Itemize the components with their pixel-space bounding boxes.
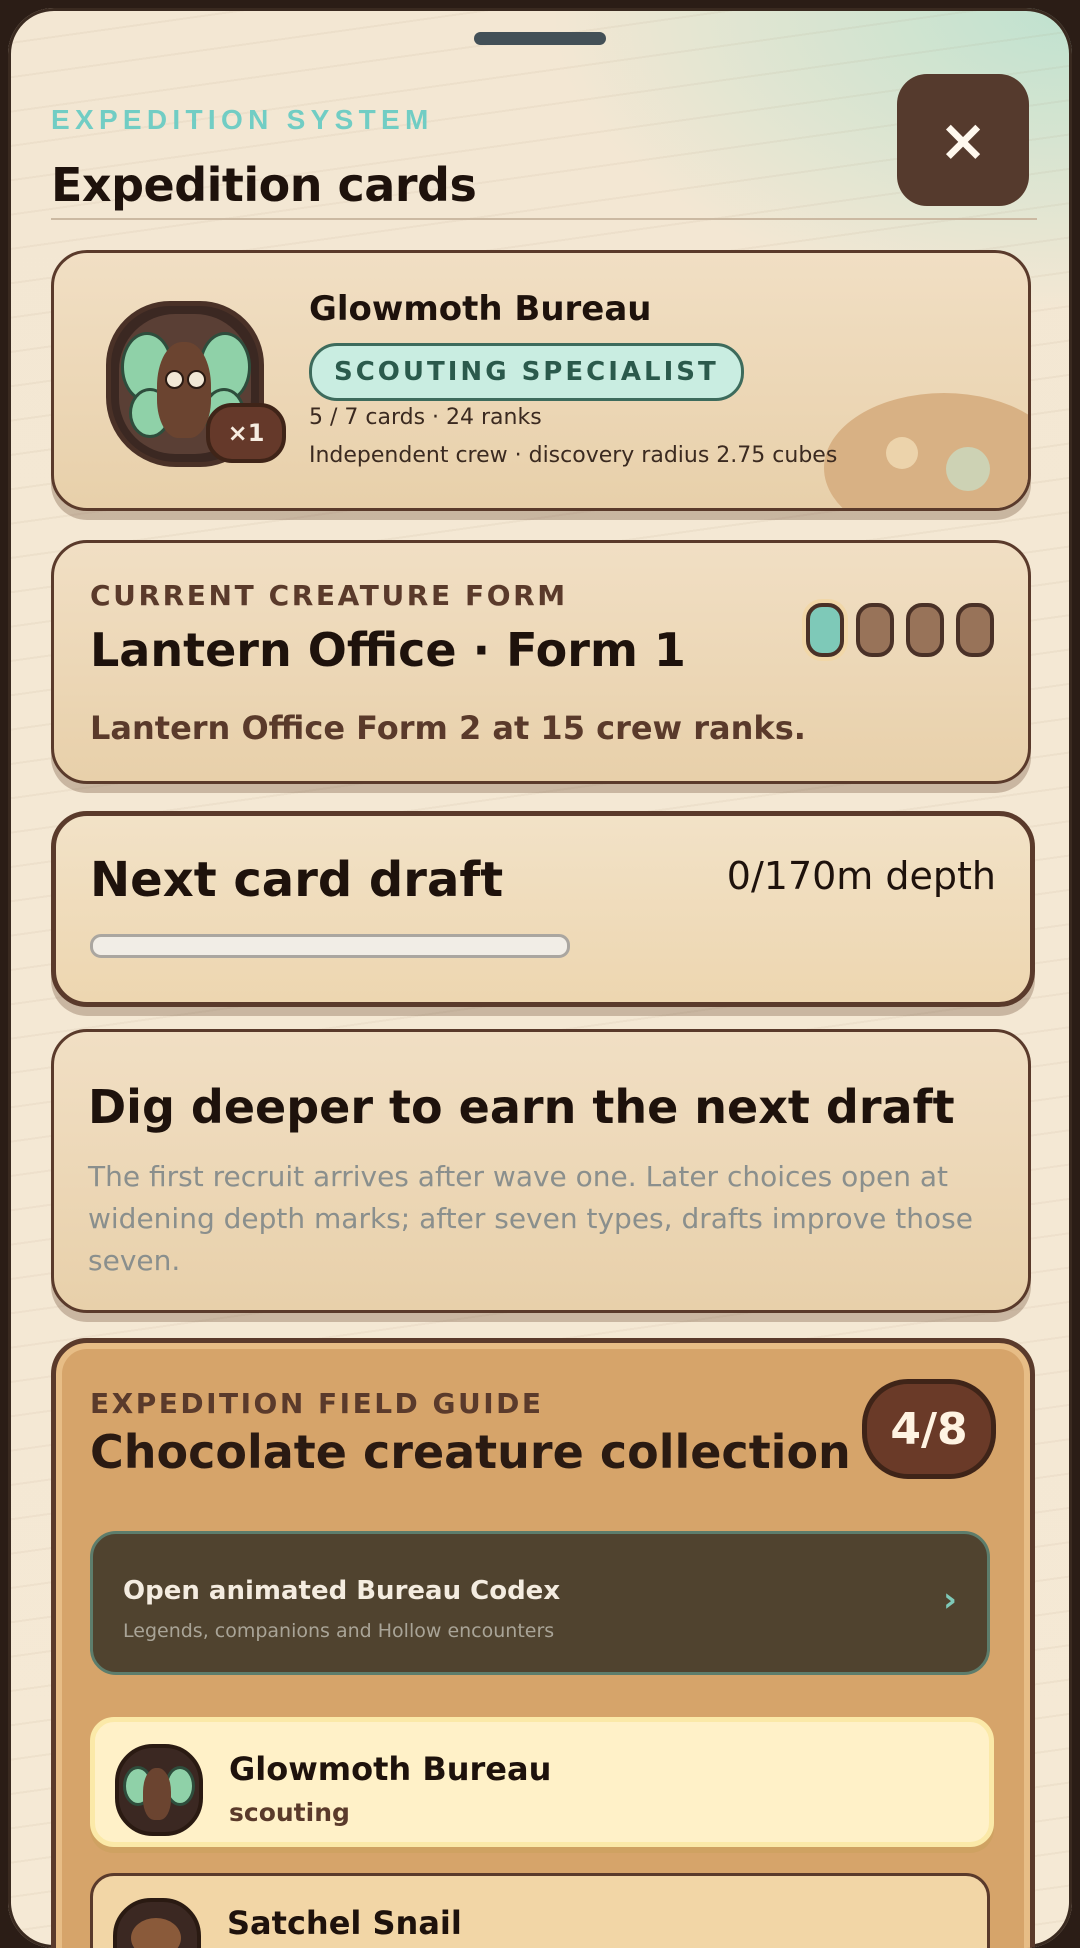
- hint-body: The first recruit arrives after wave one…: [88, 1160, 973, 1277]
- next-form-text: Lantern Office Form 2 at 15 crew ranks.: [90, 709, 806, 747]
- sheet-grabber[interactable]: [474, 32, 606, 45]
- draft-depth-text: 0/170m depth: [726, 854, 996, 898]
- guide-eyebrow: EXPEDITION FIELD GUIDE: [90, 1387, 544, 1420]
- form-title: Lantern Office · Form 1: [90, 623, 686, 677]
- form-pip-unlocked: [806, 603, 844, 657]
- chevron-right-icon: ›: [942, 1580, 957, 1620]
- close-icon: ×: [938, 106, 988, 174]
- form-pip-locked: [956, 603, 994, 657]
- guide-title: Chocolate creature collection: [90, 1425, 851, 1479]
- creature-form-card: CURRENT CREATURE FORM Lantern Office · F…: [51, 540, 1031, 784]
- form-pip-locked: [856, 603, 894, 657]
- creature-row-glowmoth[interactable]: Glowmoth Bureau scouting: [90, 1717, 994, 1847]
- page-title: Expedition cards: [51, 158, 477, 212]
- decor-spot: [946, 447, 990, 491]
- card-count-badge: ×1: [206, 403, 286, 463]
- collection-count-badge: 4/8: [862, 1379, 996, 1479]
- title-divider: [51, 218, 1037, 220]
- form-progress-pips: [806, 603, 994, 657]
- close-button[interactable]: ×: [897, 74, 1029, 206]
- section-eyebrow: EXPEDITION SYSTEM: [51, 104, 434, 135]
- cards-ranks-text: 5 / 7 cards · 24 ranks: [309, 405, 542, 430]
- glowmoth-avatar: [115, 1744, 203, 1836]
- expedition-sheet: EXPEDITION SYSTEM Expedition cards × ×1 …: [8, 8, 1072, 1948]
- next-draft-card: Next card draft 0/170m depth: [51, 811, 1035, 1007]
- draft-title: Next card draft: [90, 852, 504, 908]
- hint-title: Dig deeper to earn the next draft: [88, 1080, 955, 1134]
- decor-spot: [886, 437, 918, 469]
- form-eyebrow: CURRENT CREATURE FORM: [90, 579, 568, 612]
- decor-blob: [824, 393, 1028, 508]
- draft-hint-card: Dig deeper to earn the next draft The fi…: [51, 1029, 1031, 1313]
- open-codex-button[interactable]: Open animated Bureau Codex Legends, comp…: [90, 1531, 990, 1675]
- bureau-name: Glowmoth Bureau: [309, 289, 652, 329]
- codex-title: Open animated Bureau Codex: [123, 1576, 561, 1606]
- field-guide-panel: EXPEDITION FIELD GUIDE Chocolate creatur…: [51, 1338, 1035, 1948]
- specialist-tag: SCOUTING SPECIALIST: [309, 343, 744, 401]
- draft-progress-bar: [90, 934, 570, 958]
- creature-row-satchel-snail[interactable]: Satchel Snail: [90, 1873, 990, 1948]
- creature-role: scouting: [229, 1798, 350, 1827]
- form-pip-locked: [906, 603, 944, 657]
- bureau-card[interactable]: ×1 Glowmoth Bureau SCOUTING SPECIALIST 5…: [51, 250, 1031, 511]
- crew-radius-text: Independent crew · discovery radius 2.75…: [309, 443, 838, 468]
- creature-name: Glowmoth Bureau: [229, 1750, 552, 1788]
- codex-subtitle: Legends, companions and Hollow encounter…: [123, 1620, 555, 1642]
- satchel-snail-avatar: [113, 1898, 201, 1948]
- creature-name: Satchel Snail: [227, 1904, 462, 1942]
